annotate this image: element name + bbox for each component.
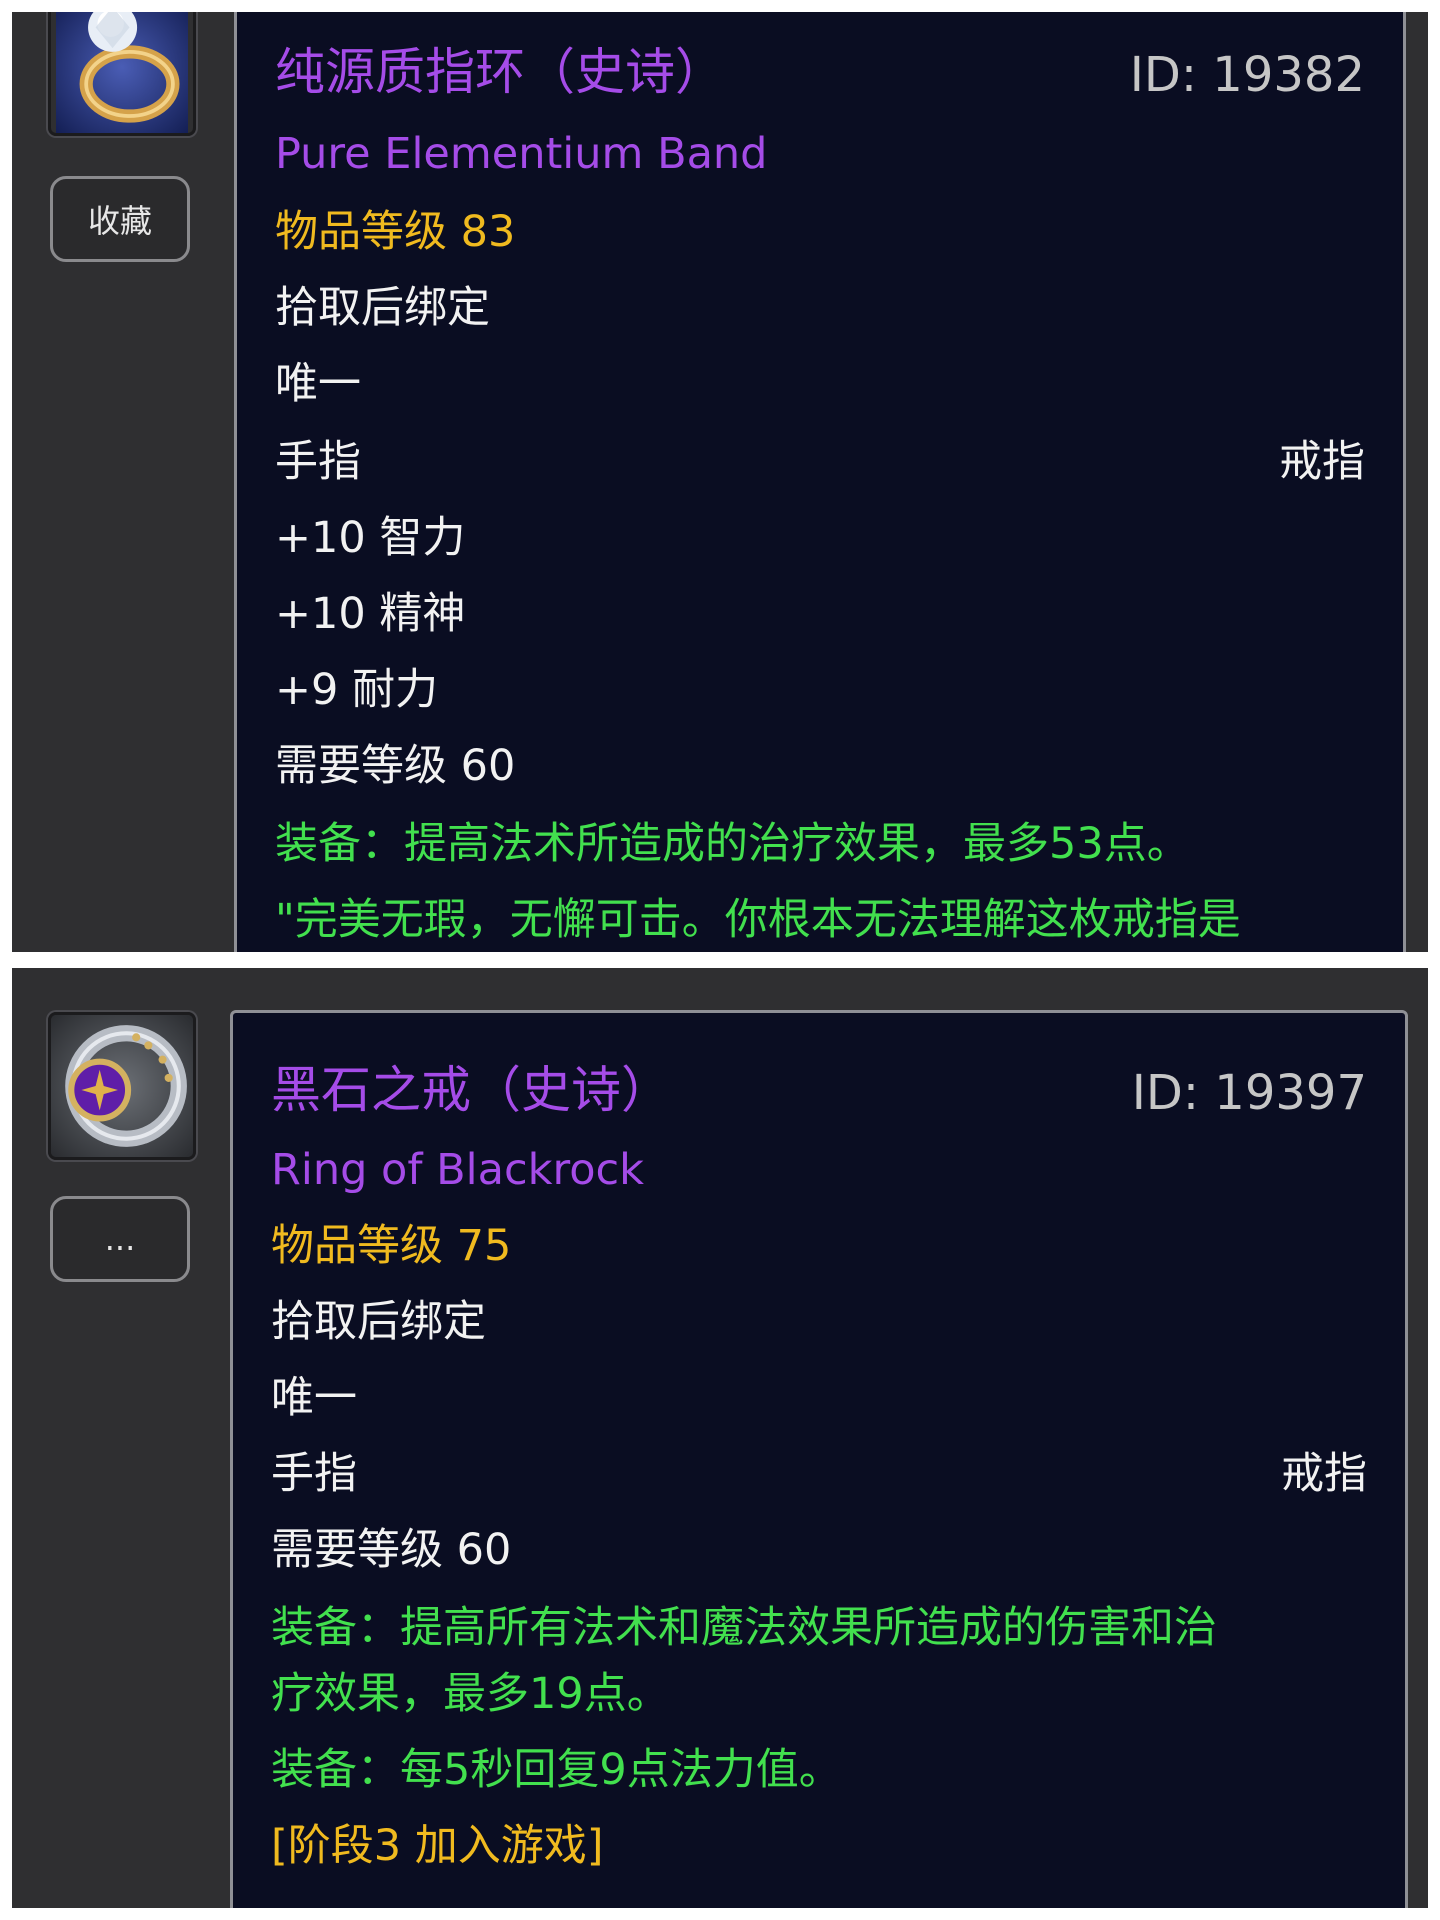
blackrock-ring-icon-graphic bbox=[51, 1015, 193, 1157]
unique-text: 唯一 bbox=[275, 359, 361, 409]
blackrock-ring-icon[interactable] bbox=[48, 1012, 196, 1160]
required-level: 需要等级 60 bbox=[271, 1525, 512, 1575]
stat-line: +10 智力 bbox=[275, 513, 466, 563]
binding-text: 拾取后绑定 bbox=[275, 283, 490, 333]
equip-effect: 装备：每5秒回复9点法力值。 bbox=[271, 1745, 842, 1795]
item-panel-1: 收藏 纯源质指环（史诗） ID: 19382 Pure Elementium B… bbox=[12, 12, 1428, 952]
diamond-ring-icon[interactable] bbox=[48, 12, 196, 136]
equip-effect: 装备：提高所有法术和魔法效果所造成的伤害和治 bbox=[271, 1603, 1217, 1653]
binding-text: 拾取后绑定 bbox=[271, 1297, 486, 1347]
item-panel-2: ... 黑石之戒（史诗） ID: 19397 Ring of Blackrock… bbox=[12, 968, 1428, 1908]
item-id: ID: 19382 bbox=[1129, 47, 1365, 103]
phase-text: [阶段3 加入游戏] bbox=[271, 1821, 604, 1871]
item-name-cn: 黑石之戒（史诗） bbox=[271, 1061, 671, 1119]
item-name-cn: 纯源质指环（史诗） bbox=[275, 43, 725, 101]
equip-effect: 疗效果，最多19点。 bbox=[271, 1669, 670, 1719]
item-name-en: Pure Elementium Band bbox=[275, 129, 768, 179]
required-level: 需要等级 60 bbox=[275, 741, 516, 791]
unique-text: 唯一 bbox=[271, 1373, 357, 1423]
favorite-button[interactable]: 收藏 bbox=[50, 176, 190, 262]
equip-effect: 装备：提高法术所造成的治疗效果，最多53点。 bbox=[275, 819, 1190, 869]
item-tooltip-1: 纯源质指环（史诗） ID: 19382 Pure Elementium Band… bbox=[234, 12, 1406, 952]
item-level: 物品等级 75 bbox=[271, 1221, 512, 1271]
item-name-en: Ring of Blackrock bbox=[271, 1145, 645, 1195]
item-type-text: 戒指 bbox=[1279, 437, 1365, 487]
more-button[interactable]: ... bbox=[50, 1196, 190, 1282]
item-level: 物品等级 83 bbox=[275, 207, 516, 257]
diamond-ring-icon-graphic bbox=[56, 12, 188, 133]
stat-line: +10 精神 bbox=[275, 589, 466, 639]
slot-text: 手指 bbox=[275, 437, 361, 487]
flavor-text: "完美无瑕，无懈可击。你根本无法理解这枚戒指是 bbox=[275, 895, 1241, 945]
stat-line: +9 耐力 bbox=[275, 665, 439, 715]
slot-text: 手指 bbox=[271, 1449, 357, 1499]
item-id: ID: 19397 bbox=[1131, 1065, 1367, 1121]
item-tooltip-2: 黑石之戒（史诗） ID: 19397 Ring of Blackrock 物品等… bbox=[230, 1010, 1408, 1908]
item-type-text: 戒指 bbox=[1281, 1449, 1367, 1499]
